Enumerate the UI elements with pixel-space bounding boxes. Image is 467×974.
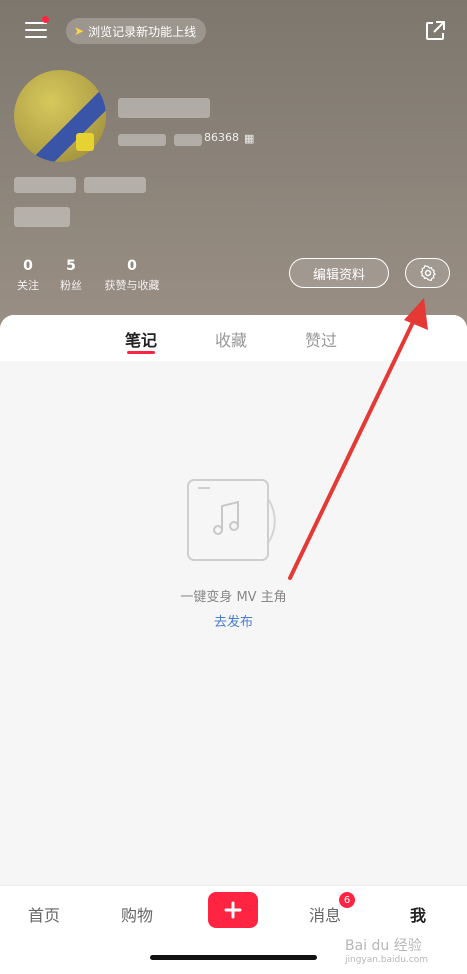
content-area: 笔记 收藏 赞过 一键变身 MV 主角 去发布 bbox=[0, 315, 467, 885]
tab-collections[interactable]: 收藏 bbox=[215, 327, 247, 351]
account-id-blurred-2 bbox=[174, 134, 202, 146]
nav-messages[interactable]: 消息 bbox=[309, 902, 341, 926]
tab-active-indicator bbox=[127, 351, 155, 354]
home-indicator bbox=[150, 955, 317, 960]
nav-me[interactable]: 我 bbox=[410, 902, 426, 926]
tab-notes[interactable]: 笔记 bbox=[125, 327, 157, 351]
add-post-button[interactable] bbox=[208, 892, 258, 928]
menu-icon[interactable] bbox=[25, 20, 47, 40]
account-id-partial: 86368 bbox=[204, 131, 239, 144]
settings-button[interactable] bbox=[405, 258, 450, 288]
watermark-brand: Bai du 经验 bbox=[345, 938, 422, 954]
sparkle-icon: ➤ bbox=[74, 24, 85, 38]
watermark-url: jingyan.baidu.com bbox=[345, 955, 429, 965]
stat-followers-num: 5 bbox=[66, 258, 76, 274]
stat-likes[interactable]: 0 获赞与收藏 bbox=[100, 258, 164, 293]
stat-following[interactable]: 0 关注 bbox=[14, 258, 42, 293]
account-id-blurred bbox=[118, 134, 166, 146]
stat-followers[interactable]: 5 粉丝 bbox=[57, 258, 85, 293]
history-feature-pill[interactable]: ➤ 浏览记录新功能上线 bbox=[66, 18, 207, 44]
nav-home[interactable]: 首页 bbox=[28, 902, 60, 926]
bio-blurred bbox=[14, 177, 76, 193]
bio-blurred-2 bbox=[84, 177, 146, 193]
qrcode-icon[interactable]: ▦ bbox=[244, 132, 254, 145]
empty-state-text: 一键变身 MV 主角 bbox=[180, 590, 287, 605]
message-count-badge: 6 bbox=[339, 892, 355, 908]
watermark: Bai du 经验 jingyan.baidu.com bbox=[345, 935, 428, 965]
plus-icon bbox=[224, 901, 242, 919]
stat-following-num: 0 bbox=[23, 258, 33, 274]
notification-dot bbox=[42, 16, 49, 23]
publish-link[interactable]: 去发布 bbox=[0, 611, 467, 630]
stat-likes-num: 0 bbox=[127, 258, 137, 274]
stat-likes-label: 获赞与收藏 bbox=[104, 279, 160, 292]
bottom-nav: 首页 购物 消息 6 我 Bai du 经验 jingyan.baidu.com bbox=[0, 885, 467, 974]
tab-bar: 笔记 收藏 赞过 bbox=[0, 315, 467, 361]
edit-profile-button[interactable]: 编辑资料 bbox=[289, 258, 389, 288]
stat-following-label: 关注 bbox=[17, 279, 39, 292]
tag-blurred bbox=[14, 207, 70, 227]
username-blurred bbox=[118, 98, 210, 118]
gear-icon bbox=[419, 265, 436, 281]
share-icon[interactable] bbox=[424, 20, 446, 42]
music-note-icon bbox=[187, 479, 276, 561]
avatar-badge bbox=[76, 133, 94, 151]
profile-header: ➤ 浏览记录新功能上线 86368 ▦ 0 关注 5 粉丝 0 获赞与收藏 编辑… bbox=[0, 0, 467, 335]
nav-shopping[interactable]: 购物 bbox=[121, 902, 153, 926]
stat-followers-label: 粉丝 bbox=[60, 279, 82, 292]
tab-liked[interactable]: 赞过 bbox=[305, 327, 337, 351]
history-pill-label: 浏览记录新功能上线 bbox=[88, 24, 197, 39]
